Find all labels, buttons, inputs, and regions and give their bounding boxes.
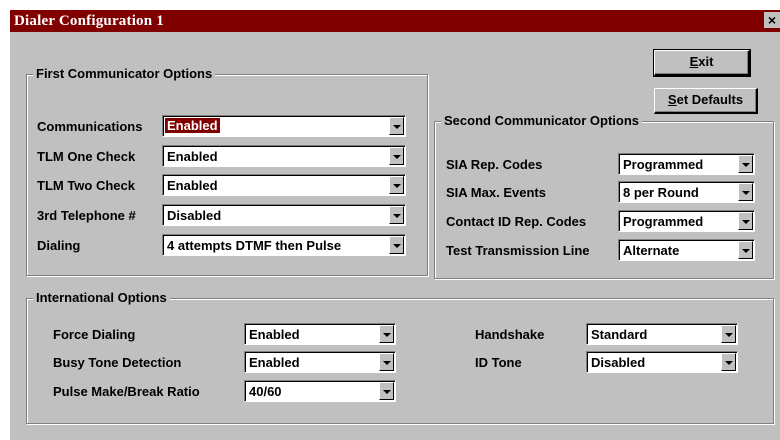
- chevron-down-icon[interactable]: [389, 176, 404, 194]
- communications-select[interactable]: Enabled: [162, 115, 406, 137]
- tlm-one-check-value: Enabled: [167, 149, 218, 164]
- tlm-two-check-label: TLM Two Check: [37, 178, 135, 193]
- exit-button[interactable]: Exit: [653, 49, 751, 77]
- sia-rep-codes-value: Programmed: [623, 157, 704, 172]
- pulse-ratio-value: 40/60: [249, 384, 282, 399]
- chevron-down-icon[interactable]: [738, 155, 753, 173]
- sia-max-events-value: 8 per Round: [623, 185, 699, 200]
- chevron-down-icon[interactable]: [721, 325, 736, 343]
- chevron-down-icon[interactable]: [389, 117, 404, 135]
- handshake-select[interactable]: Standard: [586, 323, 738, 345]
- sia-rep-codes-label: SIA Rep. Codes: [446, 157, 543, 172]
- tlm-two-check-select[interactable]: Enabled: [162, 174, 406, 196]
- first-communicator-title: First Communicator Options: [33, 66, 216, 81]
- chevron-down-icon[interactable]: [379, 382, 394, 400]
- close-icon[interactable]: ×: [764, 12, 780, 28]
- chevron-down-icon[interactable]: [721, 353, 736, 371]
- set-defaults-button[interactable]: Set Defaults: [654, 88, 758, 114]
- communications-value: Enabled: [165, 118, 220, 133]
- sia-rep-codes-select[interactable]: Programmed: [618, 153, 755, 175]
- tlm-one-check-select[interactable]: Enabled: [162, 145, 406, 167]
- chevron-down-icon[interactable]: [738, 183, 753, 201]
- set-defaults-mnemonic: S: [667, 92, 677, 107]
- handshake-value: Standard: [591, 327, 648, 342]
- busy-tone-detection-select[interactable]: Enabled: [244, 351, 396, 373]
- force-dialing-label: Force Dialing: [53, 327, 136, 342]
- tlm-two-check-value: Enabled: [167, 178, 218, 193]
- chevron-down-icon[interactable]: [738, 241, 753, 259]
- sia-max-events-select[interactable]: 8 per Round: [618, 181, 755, 203]
- test-transmission-line-label: Test Transmission Line: [446, 243, 590, 258]
- sia-max-events-label: SIA Max. Events: [446, 185, 546, 200]
- test-transmission-line-select[interactable]: Alternate: [618, 239, 755, 261]
- pulse-ratio-select[interactable]: 40/60: [244, 380, 396, 402]
- force-dialing-select[interactable]: Enabled: [244, 323, 396, 345]
- dialing-label: Dialing: [37, 238, 81, 253]
- window-title: Dialer Configuration 1: [14, 13, 164, 29]
- third-telephone-select[interactable]: Disabled: [162, 204, 406, 226]
- contact-id-rep-codes-select[interactable]: Programmed: [618, 210, 755, 232]
- dialer-config-window: Dialer Configuration 1 × Exit Set Defaul…: [10, 10, 780, 440]
- international-options-title: International Options: [33, 290, 170, 305]
- chevron-down-icon[interactable]: [389, 236, 404, 254]
- handshake-label: Handshake: [475, 327, 545, 342]
- test-transmission-line-value: Alternate: [623, 243, 680, 258]
- contact-id-rep-codes-value: Programmed: [623, 214, 704, 229]
- busy-tone-detection-value: Enabled: [249, 355, 300, 370]
- id-tone-value: Disabled: [591, 355, 646, 370]
- exit-button-mnemonic: E: [689, 54, 699, 69]
- dialing-value: 4 attempts DTMF then Pulse: [167, 238, 342, 253]
- third-telephone-label: 3rd Telephone #: [37, 208, 136, 223]
- pulse-ratio-label: Pulse Make/Break Ratio: [53, 384, 200, 399]
- id-tone-select[interactable]: Disabled: [586, 351, 738, 373]
- set-defaults-button-label: et Defaults: [676, 92, 744, 107]
- chevron-down-icon[interactable]: [379, 325, 394, 343]
- chevron-down-icon[interactable]: [389, 147, 404, 165]
- title-bar[interactable]: Dialer Configuration 1 ×: [10, 10, 780, 32]
- exit-button-label: xit: [698, 54, 714, 69]
- dialing-select[interactable]: 4 attempts DTMF then Pulse: [162, 234, 406, 256]
- second-communicator-title: Second Communicator Options: [441, 113, 643, 128]
- tlm-one-check-label: TLM One Check: [37, 149, 136, 164]
- id-tone-label: ID Tone: [475, 355, 522, 370]
- chevron-down-icon[interactable]: [738, 212, 753, 230]
- communications-label: Communications: [37, 119, 143, 134]
- third-telephone-value: Disabled: [167, 208, 222, 223]
- contact-id-rep-codes-label: Contact ID Rep. Codes: [446, 214, 587, 229]
- force-dialing-value: Enabled: [249, 327, 300, 342]
- busy-tone-detection-label: Busy Tone Detection: [53, 355, 182, 370]
- chevron-down-icon[interactable]: [379, 353, 394, 371]
- chevron-down-icon[interactable]: [389, 206, 404, 224]
